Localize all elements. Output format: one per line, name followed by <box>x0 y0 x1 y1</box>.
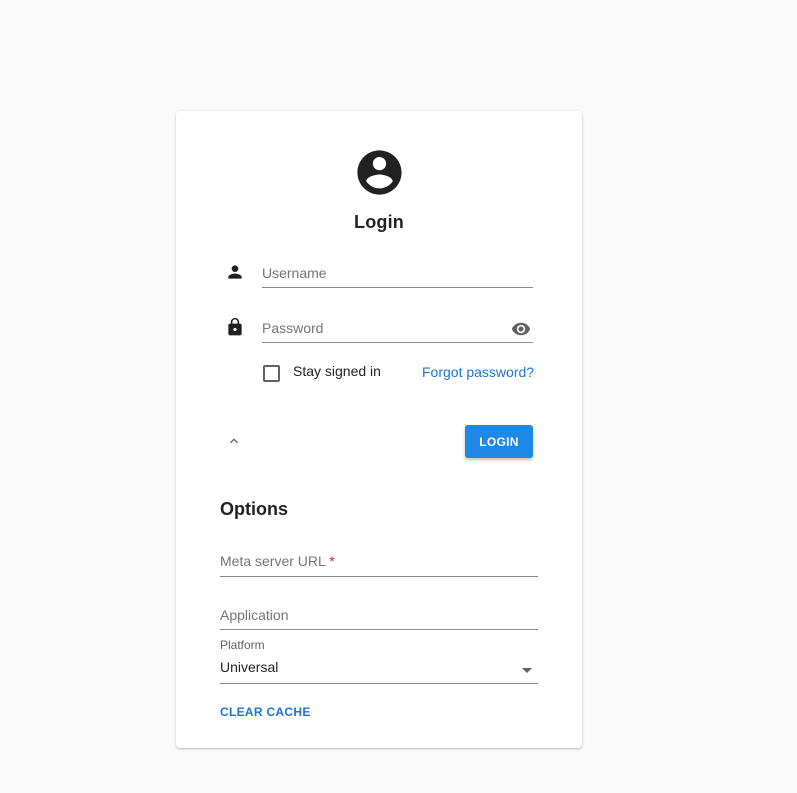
login-card: Login Username Password Stay signed in F… <box>176 111 582 748</box>
password-input[interactable]: Password <box>262 316 533 343</box>
username-input[interactable]: Username <box>262 261 533 288</box>
platform-value: Universal <box>220 659 279 675</box>
chevron-up-icon[interactable] <box>226 433 242 449</box>
arrow-drop-down-icon <box>522 668 532 673</box>
meta-server-url-text: Meta server URL <box>220 553 326 569</box>
login-title: Login <box>354 212 404 232</box>
lock-icon <box>228 317 242 336</box>
application-input[interactable]: Application <box>220 604 538 630</box>
meta-server-url-label: Meta server URL * <box>220 553 335 569</box>
clear-cache-button[interactable]: CLEAR CACHE <box>220 705 311 719</box>
password-placeholder: Password <box>262 320 324 336</box>
stay-signed-in-checkbox[interactable] <box>263 365 280 382</box>
meta-server-url-input[interactable]: Meta server URL * <box>220 550 538 577</box>
username-placeholder: Username <box>262 265 327 281</box>
eye-icon[interactable] <box>511 321 531 337</box>
required-marker: * <box>329 553 335 569</box>
account-circle-icon <box>357 150 402 195</box>
login-button[interactable]: LOGIN <box>465 425 533 458</box>
application-placeholder: Application <box>220 607 289 623</box>
options-title: Options <box>220 499 288 519</box>
forgot-password-link[interactable]: Forgot password? <box>422 364 534 380</box>
platform-select[interactable]: Universal <box>220 657 538 684</box>
person-icon <box>228 265 242 279</box>
platform-label: Platform <box>220 638 265 652</box>
stay-signed-in-label: Stay signed in <box>293 363 381 379</box>
